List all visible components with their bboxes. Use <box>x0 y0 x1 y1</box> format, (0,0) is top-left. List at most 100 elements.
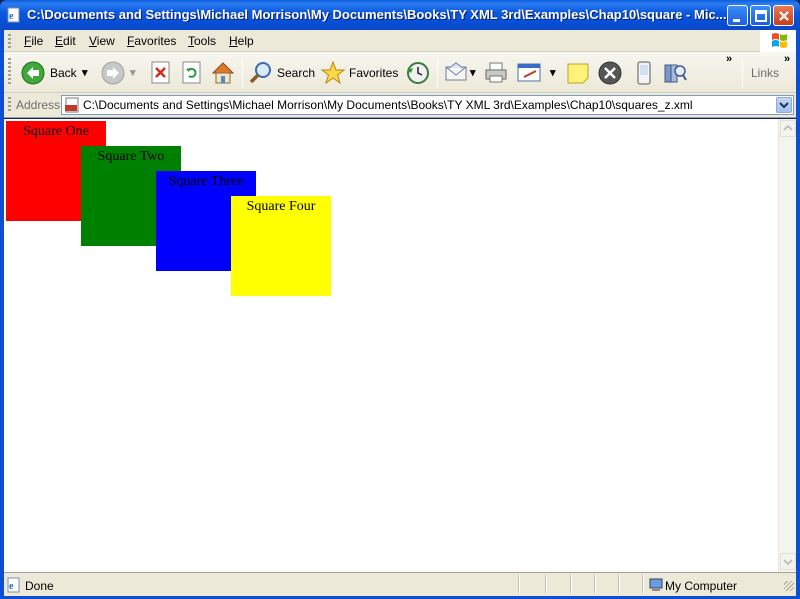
favorites-button[interactable]: Favorites <box>320 60 400 86</box>
status-bar: e Done My Computer <box>4 572 796 596</box>
note-button[interactable] <box>565 60 591 86</box>
svg-text:e: e <box>9 11 14 22</box>
toolbar-separator <box>742 58 743 88</box>
stop-button[interactable] <box>149 60 173 86</box>
chevron-down-icon <box>783 559 793 566</box>
back-dropdown-icon[interactable]: ▾ <box>82 66 88 79</box>
close-icon <box>779 11 789 21</box>
status-divider <box>570 575 572 593</box>
menu-help[interactable]: Help <box>229 34 254 48</box>
forward-dropdown-icon[interactable]: ▾ <box>130 66 136 79</box>
toolbar-grip[interactable] <box>8 58 11 86</box>
search-button[interactable]: Search <box>248 60 315 86</box>
status-text: Done <box>25 579 54 593</box>
close-circle-button[interactable] <box>597 60 623 86</box>
status-divider <box>518 575 520 593</box>
menu-edit-accel: E <box>55 34 64 48</box>
resize-grip[interactable] <box>784 581 794 591</box>
menu-file-rest: ile <box>31 34 44 48</box>
window-frame-right <box>796 30 800 599</box>
mail-dropdown-icon[interactable]: ▾ <box>470 66 476 79</box>
scroll-down-button[interactable] <box>780 553 796 570</box>
menu-file[interactable]: File <box>24 34 43 48</box>
scroll-up-button[interactable] <box>780 120 796 137</box>
ie-page-icon: e <box>7 7 20 23</box>
close-button[interactable] <box>773 5 794 26</box>
menu-favorites[interactable]: Favorites <box>127 34 176 48</box>
menu-tools[interactable]: Tools <box>188 34 216 48</box>
status-divider <box>594 575 596 593</box>
windows-logo-icon <box>772 33 787 48</box>
refresh-button[interactable] <box>180 60 204 86</box>
page-content: Square One Square Two Square Three Squar… <box>4 119 778 572</box>
maximize-button[interactable] <box>750 5 771 26</box>
address-bar: Address C:\Documents and Settings\Michae… <box>4 93 796 118</box>
stop-icon <box>151 61 170 84</box>
forward-arrow-icon <box>101 61 125 85</box>
menu-tools-rest: ools <box>194 34 217 48</box>
maximize-icon <box>755 10 767 22</box>
print-button[interactable] <box>483 60 509 86</box>
standard-toolbar: Back ▾ ▾ Search Favorites ▾ ▾ » » <box>4 52 796 93</box>
menu-view-rest: iew <box>96 34 115 48</box>
history-button[interactable] <box>405 60 431 86</box>
note-icon <box>567 63 589 84</box>
square-four: Square Four <box>231 196 331 296</box>
minimize-icon <box>733 19 740 22</box>
svg-text:e: e <box>9 581 14 592</box>
xml-page-icon <box>65 97 79 113</box>
back-button[interactable]: Back ▾ <box>20 60 92 86</box>
menu-favorites-rest: avorites <box>134 34 177 48</box>
status-divider <box>642 575 644 593</box>
forward-button[interactable]: ▾ <box>100 60 140 86</box>
links-label[interactable]: Links <box>751 66 779 80</box>
home-button[interactable] <box>210 60 236 86</box>
home-icon <box>211 62 235 84</box>
menu-help-rest: elp <box>237 34 254 48</box>
menu-help-accel: H <box>229 34 238 48</box>
menu-edit[interactable]: Edit <box>55 34 76 48</box>
menu-grip[interactable] <box>8 34 11 48</box>
status-divider <box>618 575 620 593</box>
close-circle-icon <box>598 61 622 85</box>
toolbar-separator <box>242 58 243 88</box>
menu-view-accel: V <box>89 34 97 48</box>
menu-view[interactable]: View <box>89 34 115 48</box>
back-arrow-icon <box>21 61 45 85</box>
address-url: C:\Documents and Settings\Michael Morris… <box>83 98 693 112</box>
chevron-up-icon <box>783 124 793 131</box>
address-grip[interactable] <box>8 97 11 113</box>
address-input[interactable]: C:\Documents and Settings\Michael Morris… <box>61 95 794 115</box>
toolbar-separator <box>437 58 438 88</box>
window-title: C:\Documents and Settings\Michael Morris… <box>27 7 727 22</box>
favorites-label: Favorites <box>349 66 399 80</box>
status-divider <box>545 575 547 593</box>
back-label: Back <box>50 66 77 80</box>
links-overflow-icon[interactable]: » <box>784 53 790 65</box>
minimize-button[interactable] <box>727 5 748 26</box>
square-two-label: Square Two <box>97 149 165 164</box>
menu-bar: File Edit View Favorites Tools Help <box>4 30 796 52</box>
security-zone-text: My Computer <box>665 579 738 593</box>
print-icon <box>485 62 507 83</box>
square-one-label: Square One <box>23 124 89 139</box>
square-three-label: Square Three <box>168 174 244 189</box>
history-icon <box>407 62 429 84</box>
vertical-scrollbar[interactable] <box>778 119 796 572</box>
device-button[interactable] <box>631 60 657 86</box>
address-label: Address <box>16 98 61 112</box>
favorites-star-icon <box>320 60 346 85</box>
windows-logo <box>760 30 796 52</box>
address-dropdown-button[interactable] <box>776 97 792 113</box>
browser-window: e C:\Documents and Settings\Michael Morr… <box>0 0 800 599</box>
mail-icon <box>445 62 467 81</box>
title-bar[interactable]: e C:\Documents and Settings\Michael Morr… <box>0 0 800 30</box>
edit-dropdown-icon[interactable]: ▾ <box>550 66 556 79</box>
edit-icon <box>517 63 541 82</box>
toolbar-overflow-icon[interactable]: » <box>726 53 732 65</box>
menu-edit-rest: dit <box>63 34 76 48</box>
edit-button[interactable]: ▾ <box>516 60 560 86</box>
mail-button[interactable]: ▾ <box>443 60 479 86</box>
research-button[interactable] <box>662 60 688 86</box>
ie-page-icon: e <box>7 577 20 593</box>
